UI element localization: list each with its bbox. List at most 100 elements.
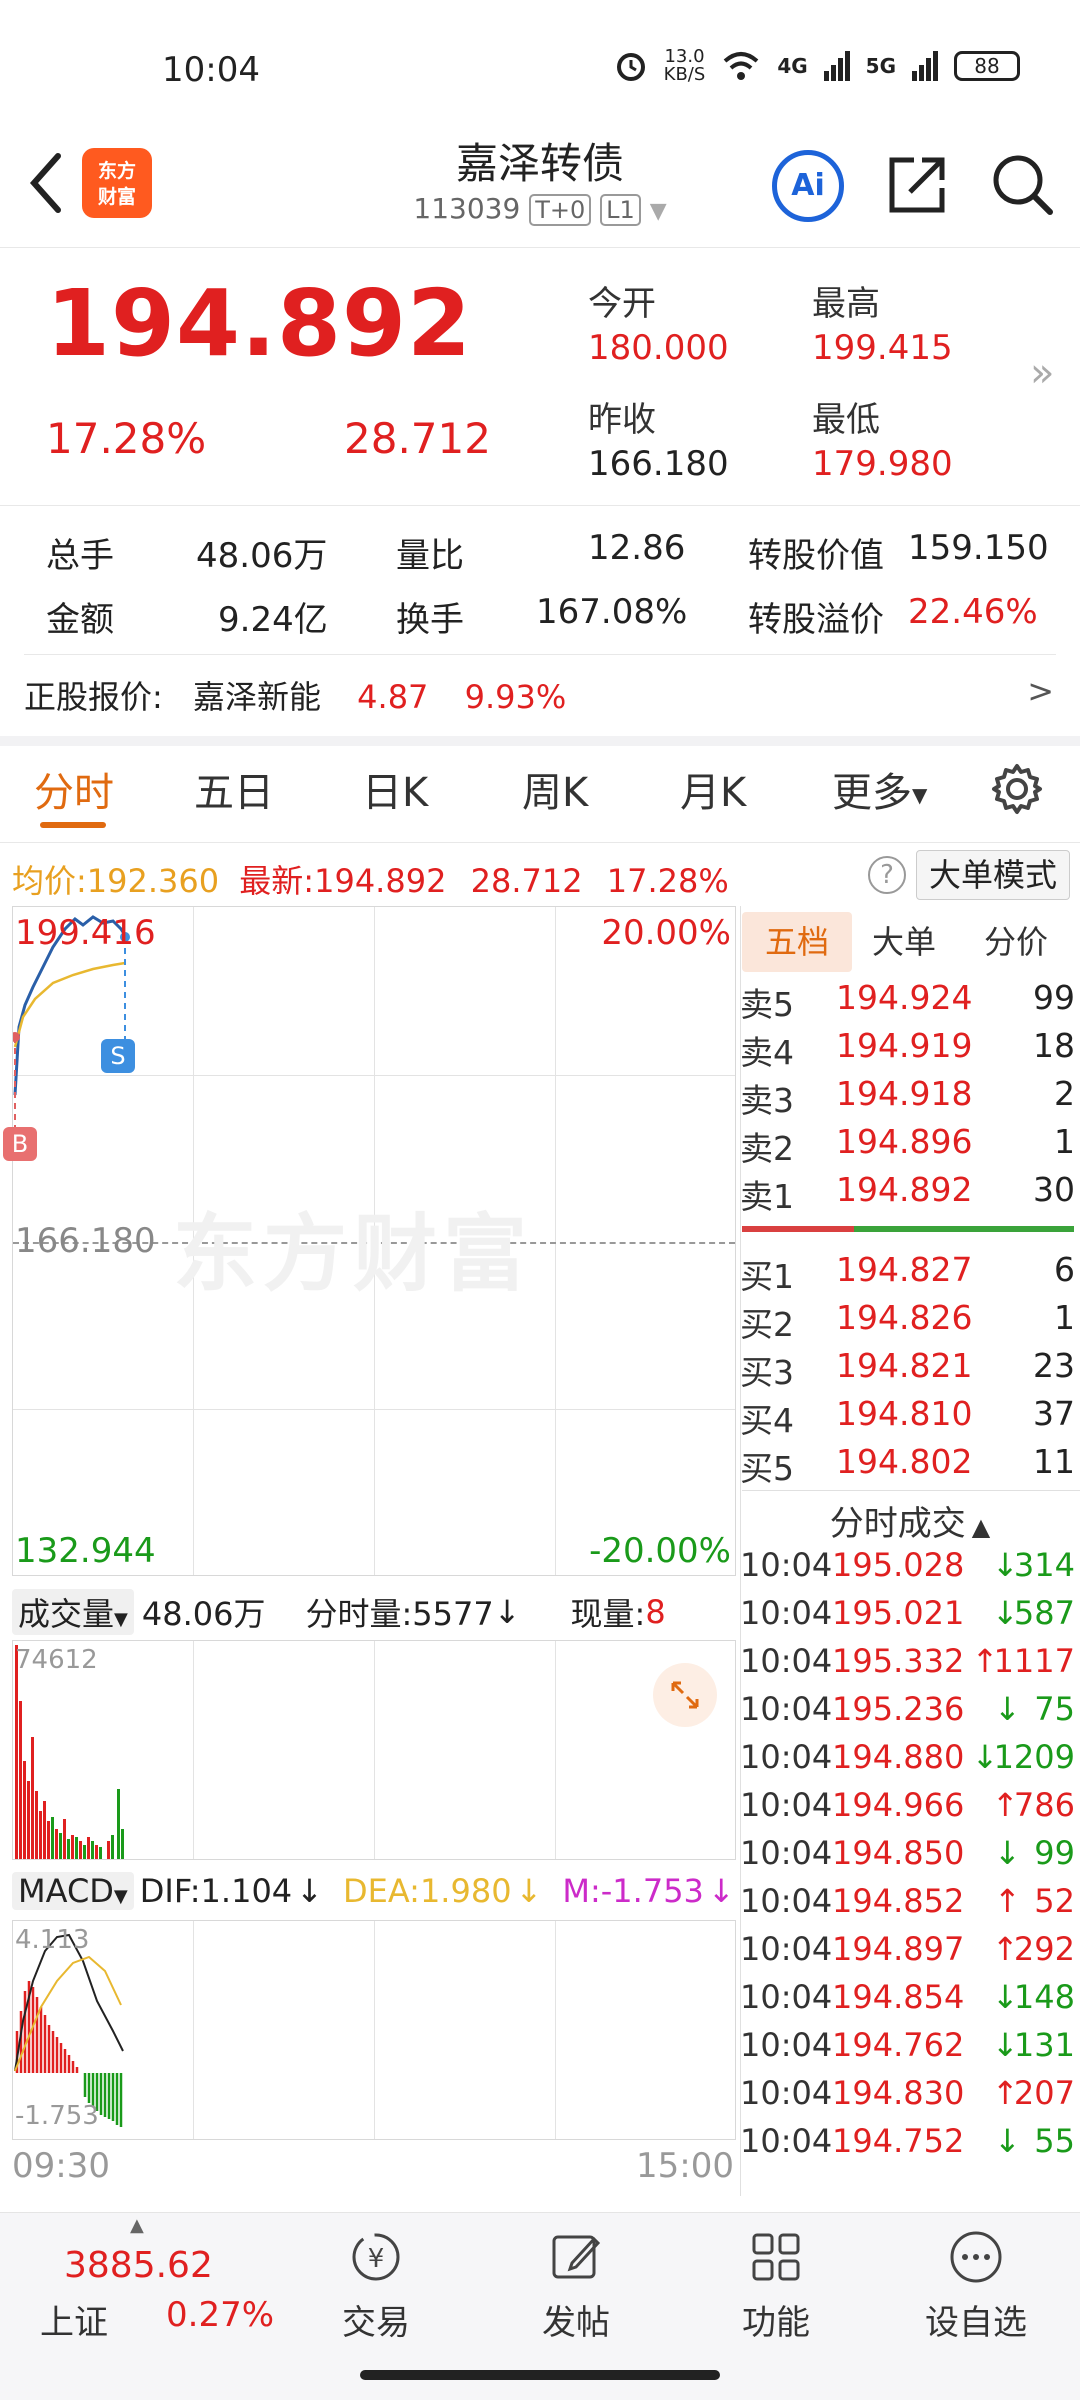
tick-direction-icon: ↑ xyxy=(994,1882,1021,1920)
level-price: 194.892 xyxy=(836,1170,973,1209)
tab-weekly-k[interactable]: 周K xyxy=(522,760,588,818)
orderbook-tab-five-level[interactable]: 五档 xyxy=(742,912,852,972)
tick-trade-row: 10:04 195.021 ↓ 587 xyxy=(740,1594,1075,1642)
orderbook-tab-price-dist[interactable]: 分价 xyxy=(984,912,1064,972)
buy-marker[interactable]: B xyxy=(3,1127,37,1161)
nav-post[interactable]: 发帖 xyxy=(486,2229,666,2344)
level-label: 卖4 xyxy=(740,1033,794,1072)
tab-more[interactable]: 更多▼ xyxy=(832,760,927,818)
nav-trade[interactable]: ¥ 交易 xyxy=(286,2229,466,2344)
bid-level-row[interactable]: 买5 194.802 11 xyxy=(740,1442,1075,1490)
level-qty: 1 xyxy=(1054,1298,1075,1337)
tick-price: 194.966 xyxy=(832,1786,965,1824)
level-label: 卖5 xyxy=(740,985,794,1024)
tick-time: 10:04 xyxy=(740,2122,833,2160)
tab-intraday[interactable]: 分时 xyxy=(34,760,114,818)
alarm-icon xyxy=(616,53,645,81)
avg-label: 均价: xyxy=(12,862,87,900)
search-icon[interactable] xyxy=(990,152,1056,218)
tick-trade-row: 10:04 195.236 ↓ 75 xyxy=(740,1690,1075,1738)
divider xyxy=(0,842,1080,843)
time-axis-start: 09:30 xyxy=(12,2146,110,2186)
tick-time: 10:04 xyxy=(740,2026,833,2064)
tick-volume: 1117 xyxy=(993,1642,1075,1680)
t0-tag: T+0 xyxy=(529,194,592,226)
status-time: 10:04 xyxy=(162,50,260,90)
tick-time: 10:04 xyxy=(740,1882,833,1920)
bid-level-row[interactable]: 买2 194.826 1 xyxy=(740,1298,1075,1346)
tick-direction-icon: ↓ xyxy=(991,1594,1019,1632)
volume-selector[interactable]: 成交量▼ xyxy=(12,1589,134,1635)
level-qty: 18 xyxy=(1033,1026,1075,1065)
change-percent: 17.28% xyxy=(46,414,207,463)
macd-header: MACD▼ DIF:1.104 ↓ DEA:1.980 ↓ M:-1.753 ↓ xyxy=(12,1866,736,1916)
level-label: 买2 xyxy=(740,1305,794,1344)
share-icon[interactable] xyxy=(884,152,950,218)
underlying-arrow-icon: > xyxy=(1027,672,1054,710)
macd-chart[interactable]: 4.113 -1.753 xyxy=(12,1920,736,2140)
macd-m: M:-1.753 xyxy=(562,1872,704,1910)
expand-chart-icon[interactable] xyxy=(653,1663,717,1727)
intraday-price-chart[interactable]: 东方财富 S B 199.416 20.00% 166.180 132.944 … xyxy=(3,906,736,1576)
level-price: 194.802 xyxy=(836,1442,973,1481)
ask-level-row[interactable]: 卖1 194.892 30 xyxy=(740,1170,1075,1218)
bid-level-row[interactable]: 买3 194.821 23 xyxy=(740,1346,1075,1394)
settings-gear-icon[interactable] xyxy=(990,762,1044,816)
nav-add-watchlist[interactable]: 设自选 xyxy=(886,2229,1066,2344)
tick-time: 10:04 xyxy=(740,1786,833,1824)
tab-five-day[interactable]: 五日 xyxy=(194,760,274,818)
indicator-selector[interactable]: MACD▼ xyxy=(12,1872,134,1910)
ask-level-row[interactable]: 卖5 194.924 99 xyxy=(740,978,1075,1026)
tick-trade-row: 10:04 195.332 ↑ 1117 xyxy=(740,1642,1075,1690)
divider xyxy=(0,505,1080,506)
tick-trade-row: 10:04 194.966 ↑ 786 xyxy=(740,1786,1075,1834)
bid-level-row[interactable]: 买1 194.827 6 xyxy=(740,1250,1075,1298)
volume-chart[interactable]: 74612 xyxy=(12,1640,736,1860)
last-price: 194.892 xyxy=(46,270,473,377)
macd-bottom-label: -1.753 xyxy=(15,2101,99,2131)
underlying-stock-row[interactable]: 正股报价: 嘉泽新能 4.87 9.93% > xyxy=(24,672,1064,722)
chart-bottom-price: 132.944 xyxy=(15,1531,156,1571)
tick-volume: 1209 xyxy=(993,1738,1075,1776)
ask-level-row[interactable]: 卖3 194.918 2 xyxy=(740,1074,1075,1122)
signal-4g-icon: 4G xyxy=(777,54,808,78)
latest-pct: 17.28% xyxy=(606,862,729,900)
level-price: 194.918 xyxy=(836,1074,973,1113)
underlying-pct: 9.93% xyxy=(464,678,567,716)
security-code-row[interactable]: 113039 T+0 L1 ▼ xyxy=(340,192,740,226)
level-price: 194.924 xyxy=(836,978,973,1017)
tab-daily-k[interactable]: 日K xyxy=(362,760,428,818)
ai-assistant-icon[interactable]: Ai xyxy=(772,150,844,222)
prev-close-value: 166.180 xyxy=(588,444,729,484)
tick-trades-header[interactable]: 分时成交 ▲ xyxy=(740,1496,1080,1545)
volume-header: 成交量▼ 48.06万 分时量:5577 ↓ 现量: 8 xyxy=(12,1588,736,1636)
nav-trade-label: 交易 xyxy=(342,2303,410,2343)
sell-marker[interactable]: S xyxy=(101,1039,135,1073)
nav-functions[interactable]: 功能 xyxy=(686,2229,866,2344)
tick-direction-icon: ↓ xyxy=(991,1546,1019,1584)
app-logo[interactable]: 东方 财富 xyxy=(82,148,152,218)
tick-price: 194.854 xyxy=(832,1978,965,2016)
ask-level-row[interactable]: 卖2 194.896 1 xyxy=(740,1122,1075,1170)
tick-volume: 131 xyxy=(1013,2026,1075,2064)
ask-level-row[interactable]: 卖4 194.919 18 xyxy=(740,1026,1075,1074)
back-arrow-icon[interactable] xyxy=(24,148,68,218)
expand-quote-icon[interactable]: » xyxy=(1030,350,1054,396)
divider xyxy=(24,654,1056,655)
large-order-mode-button[interactable]: 大单模式 xyxy=(916,850,1070,900)
level-price: 194.827 xyxy=(836,1250,973,1289)
collapse-caret-icon[interactable]: ▲ xyxy=(130,2215,144,2236)
level-qty: 6 xyxy=(1054,1250,1075,1289)
tick-time: 10:04 xyxy=(740,1546,833,1584)
conv-value-label: 转股价值 xyxy=(748,536,884,576)
tick-volume: 99 xyxy=(1034,1834,1075,1872)
tick-volume: 292 xyxy=(1013,1930,1075,1968)
bid-level-row[interactable]: 买4 194.810 37 xyxy=(740,1394,1075,1442)
tab-monthly-k[interactable]: 月K xyxy=(680,760,746,818)
level-price: 194.919 xyxy=(836,1026,973,1065)
tick-price: 195.021 xyxy=(832,1594,965,1632)
orderbook-tab-large-orders[interactable]: 大单 xyxy=(872,912,942,972)
tick-direction-icon: ↑ xyxy=(991,1786,1019,1824)
help-icon[interactable]: ? xyxy=(868,856,906,894)
amount-label: 金额 xyxy=(46,600,114,640)
